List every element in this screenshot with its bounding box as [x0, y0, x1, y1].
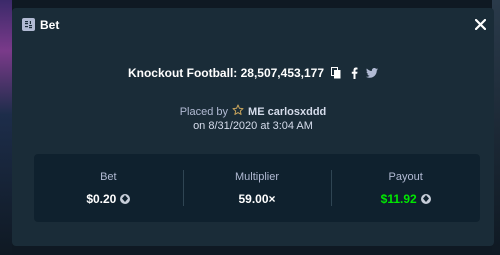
close-icon[interactable]	[472, 16, 488, 32]
copy-icon[interactable]	[330, 66, 342, 80]
stat-multiplier: Multiplier 59.00×	[182, 154, 332, 222]
modal-header: Bet	[12, 8, 494, 42]
stat-payout-label: Payout	[388, 170, 423, 183]
stat-bet-value: $0.20	[86, 191, 117, 206]
game-title: Knockout Football: 28,507,453,177	[127, 66, 325, 80]
twitter-icon[interactable]	[366, 66, 379, 80]
star-icon	[232, 104, 244, 119]
stat-bet: Bet $0.20	[34, 154, 183, 222]
bet-date: on 8/31/2020 at 3:04 AM	[193, 120, 313, 132]
stat-bet-value-wrap: $0.20	[86, 191, 131, 206]
modal-title: Bet	[40, 18, 60, 32]
placed-by: Placed by ME carlosxddd	[12, 104, 494, 119]
stat-multiplier-value: 59.00×	[238, 191, 276, 206]
game-info: Knockout Football: 28,507,453,177	[12, 66, 494, 80]
currency-icon	[120, 193, 131, 204]
stat-payout-value: $11.92	[380, 191, 417, 206]
stat-multiplier-label: Multiplier	[235, 170, 280, 183]
username[interactable]: ME carlosxddd	[248, 106, 326, 118]
bet-icon	[22, 18, 35, 31]
stat-bet-label: Bet	[100, 170, 117, 183]
facebook-icon[interactable]	[348, 66, 360, 80]
stat-payout: Payout $11.92	[331, 154, 480, 222]
background-artwork-left	[0, 0, 12, 255]
currency-icon	[420, 193, 431, 204]
bet-stats-panel: Bet $0.20 Multiplier 59.00× Payout $11.9…	[34, 154, 480, 222]
bet-modal: Bet Knockout Football: 28,507,453,177 Pl…	[12, 8, 494, 246]
stat-payout-value-wrap: $11.92	[381, 192, 431, 206]
placed-by-prefix: Placed by	[179, 105, 229, 118]
